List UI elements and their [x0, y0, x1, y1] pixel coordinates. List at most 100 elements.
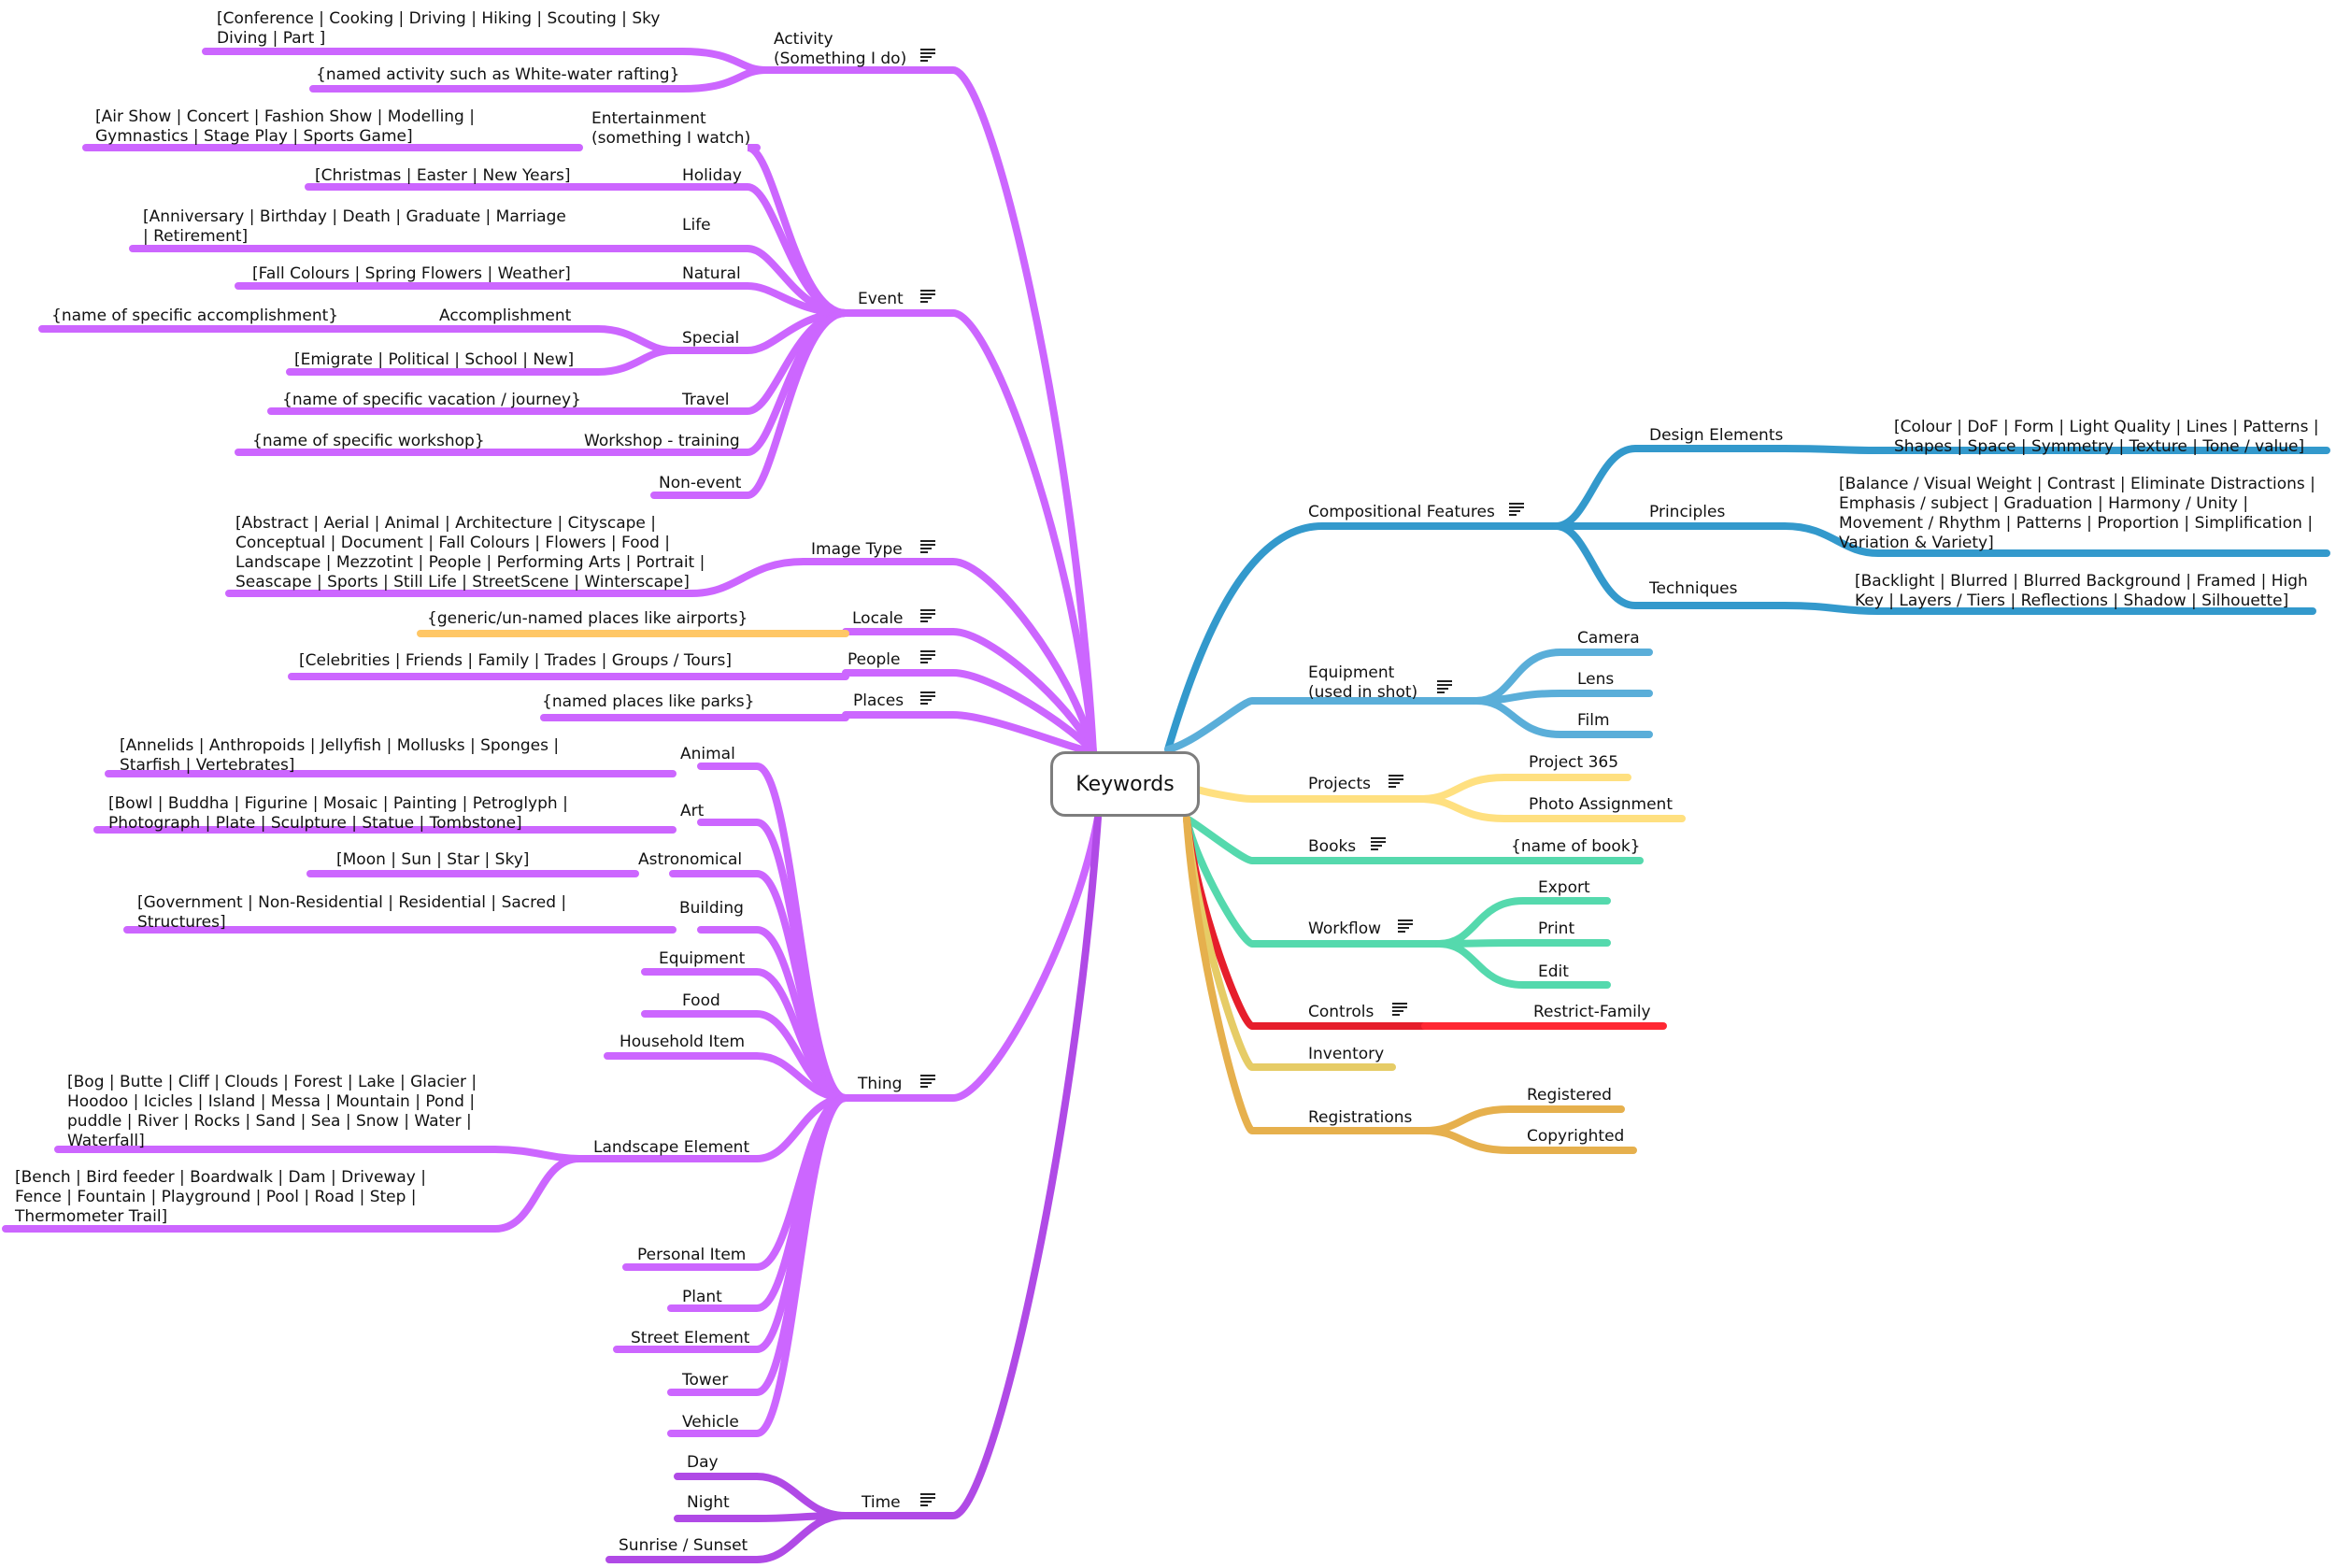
node-design-elements[interactable]: Design Elements	[1649, 426, 1783, 446]
node-places[interactable]: Places	[853, 691, 904, 711]
root-node-keywords[interactable]: Keywords	[1050, 751, 1200, 817]
node-time-sunrise-sunset[interactable]: Sunrise / Sunset	[619, 1536, 748, 1556]
leaf-animal[interactable]: [Annelids | Anthropoids | Jellyfish | Mo…	[120, 736, 577, 776]
node-inventory[interactable]: Inventory	[1308, 1045, 1384, 1064]
note-icon[interactable]	[1392, 1003, 1407, 1016]
leaf-life[interactable]: [Anniversary | Birthday | Death | Gradua…	[143, 207, 573, 247]
note-icon[interactable]	[920, 650, 935, 663]
leaf-travel[interactable]: {name of specific vacation / journey}	[282, 391, 581, 410]
connector-equipment-used-in-shot	[1164, 697, 1480, 753]
node-locale[interactable]: Locale	[852, 609, 904, 629]
note-icon[interactable]	[1437, 680, 1452, 693]
node-thing-equipment[interactable]: Equipment	[659, 949, 745, 969]
leaf-landscape-natural[interactable]: [Bog | Butte | Cliff | Clouds | Forest |…	[67, 1073, 478, 1151]
node-time-day[interactable]: Day	[687, 1453, 719, 1473]
node-thing-astronomical[interactable]: Astronomical	[638, 850, 742, 870]
node-thing-building[interactable]: Building	[679, 899, 744, 919]
note-icon[interactable]	[920, 1493, 935, 1506]
node-edit[interactable]: Edit	[1538, 962, 1569, 982]
leaf-activity-1[interactable]: {named activity such as White-water raft…	[316, 65, 679, 85]
leaf-holiday[interactable]: [Christmas | Easter | New Years]	[315, 166, 571, 186]
node-thing-art[interactable]: Art	[680, 802, 704, 821]
node-compositional-features[interactable]: Compositional Features	[1308, 503, 1495, 522]
node-registrations[interactable]: Registrations	[1308, 1108, 1412, 1128]
node-thing-landscape-element[interactable]: Landscape Element	[593, 1138, 749, 1158]
leaf-landscape-manmade[interactable]: [Bench | Bird feeder | Boardwalk | Dam |…	[15, 1168, 473, 1227]
leaf-locale[interactable]: {generic/un-named places like airports}	[427, 609, 748, 629]
node-time[interactable]: Time	[862, 1493, 901, 1513]
node-principles[interactable]: Principles	[1649, 503, 1725, 522]
node-name-of-book[interactable]: {name of book}	[1511, 837, 1640, 857]
note-icon[interactable]	[920, 691, 935, 705]
node-controls[interactable]: Controls	[1308, 1003, 1374, 1022]
note-icon[interactable]	[920, 290, 935, 303]
root-label: Keywords	[1075, 772, 1175, 796]
node-export[interactable]: Export	[1538, 878, 1590, 898]
node-thing-animal[interactable]: Animal	[680, 745, 735, 764]
node-lens[interactable]: Lens	[1577, 670, 1614, 690]
node-activity-something-i-do[interactable]: Activity (Something I do)	[774, 30, 906, 69]
node-people[interactable]: People	[848, 650, 900, 670]
node-natural[interactable]: Natural	[682, 264, 741, 284]
connector-registrations	[1183, 815, 1429, 1134]
node-books[interactable]: Books	[1308, 837, 1356, 857]
node-workshop-training[interactable]: Workshop - training	[584, 432, 740, 451]
node-techniques[interactable]: Techniques	[1649, 579, 1737, 599]
node-thing-household-item[interactable]: Household Item	[620, 1033, 745, 1052]
node-copyrighted[interactable]: Copyrighted	[1527, 1127, 1624, 1147]
leaf-entertainment-something-i-watch[interactable]: [Air Show | Concert | Fashion Show | Mod…	[95, 107, 506, 147]
node-thing-personal-item[interactable]: Personal Item	[637, 1246, 746, 1265]
node-thing[interactable]: Thing	[858, 1075, 902, 1094]
node-thing-vehicle[interactable]: Vehicle	[682, 1413, 739, 1433]
connector-event	[842, 309, 1097, 756]
node-entertainment-something-i-watch[interactable]: Entertainment (something I watch)	[591, 109, 750, 149]
note-icon[interactable]	[1509, 503, 1524, 516]
leaf-principles[interactable]: [Balance / Visual Weight | Contrast | El…	[1839, 475, 2315, 553]
note-icon[interactable]	[920, 540, 935, 553]
node-thing-food[interactable]: Food	[682, 991, 720, 1011]
node-equipment-used-in-shot[interactable]: Equipment (used in shot)	[1308, 663, 1417, 703]
leaf-techniques[interactable]: [Backlight | Blurred | Blurred Backgroun…	[1855, 572, 2313, 611]
leaf-building[interactable]: [Government | Non-Residential | Resident…	[137, 893, 586, 933]
connector-edit	[1435, 940, 1611, 989]
node-project-365[interactable]: Project 365	[1529, 753, 1618, 773]
leaf-art[interactable]: [Bowl | Buddha | Figurine | Mosaic | Pai…	[108, 794, 576, 834]
node-accomplishment[interactable]: Accomplishment	[439, 306, 571, 326]
node-thing-street-element[interactable]: Street Element	[631, 1329, 749, 1348]
node-holiday[interactable]: Holiday	[682, 166, 742, 186]
note-icon[interactable]	[920, 49, 935, 62]
leaf-natural[interactable]: [Fall Colours | Spring Flowers | Weather…	[252, 264, 571, 284]
node-photo-assignment[interactable]: Photo Assignment	[1529, 795, 1673, 815]
node-camera[interactable]: Camera	[1577, 629, 1640, 649]
node-event[interactable]: Event	[858, 290, 904, 309]
connector-film	[1473, 697, 1653, 738]
node-registered[interactable]: Registered	[1527, 1086, 1612, 1105]
note-icon[interactable]	[1398, 919, 1413, 933]
leaf-image-type[interactable]: [Abstract | Aerial | Animal | Architectu…	[235, 514, 721, 592]
node-projects[interactable]: Projects	[1308, 775, 1371, 794]
node-thing-plant[interactable]: Plant	[682, 1288, 722, 1307]
leaf-places[interactable]: {named places like parks}	[542, 692, 754, 712]
leaf-workshop-training[interactable]: {name of specific workshop}	[252, 432, 485, 451]
node-travel[interactable]: Travel	[682, 391, 730, 410]
note-icon[interactable]	[920, 609, 935, 622]
node-workflow[interactable]: Workflow	[1308, 919, 1381, 939]
node-special[interactable]: Special	[682, 329, 739, 349]
node-film[interactable]: Film	[1577, 711, 1610, 731]
note-icon[interactable]	[1389, 775, 1403, 788]
leaf-design-elements[interactable]: [Colour | DoF | Form | Light Quality | L…	[1894, 418, 2333, 457]
node-time-night[interactable]: Night	[687, 1493, 730, 1513]
leaf-people[interactable]: [Celebrities | Friends | Family | Trades…	[299, 651, 732, 671]
note-icon[interactable]	[1371, 837, 1386, 850]
node-non-event[interactable]: Non-event	[659, 474, 741, 493]
node-life[interactable]: Life	[682, 216, 711, 235]
leaf-special[interactable]: [Emigrate | Political | School | New]	[294, 350, 574, 370]
node-print[interactable]: Print	[1538, 919, 1574, 939]
leaf-astronomical[interactable]: [Moon | Sun | Star | Sky]	[336, 850, 617, 870]
note-icon[interactable]	[920, 1075, 935, 1088]
node-thing-tower[interactable]: Tower	[682, 1371, 728, 1390]
leaf-accomplishment[interactable]: {name of specific accomplishment}	[51, 306, 338, 326]
leaf-activity-0[interactable]: [Conference | Cooking | Driving | Hiking…	[217, 9, 684, 49]
node-restrict-family[interactable]: Restrict-Family	[1533, 1003, 1651, 1022]
node-image-type[interactable]: Image Type	[811, 540, 903, 560]
